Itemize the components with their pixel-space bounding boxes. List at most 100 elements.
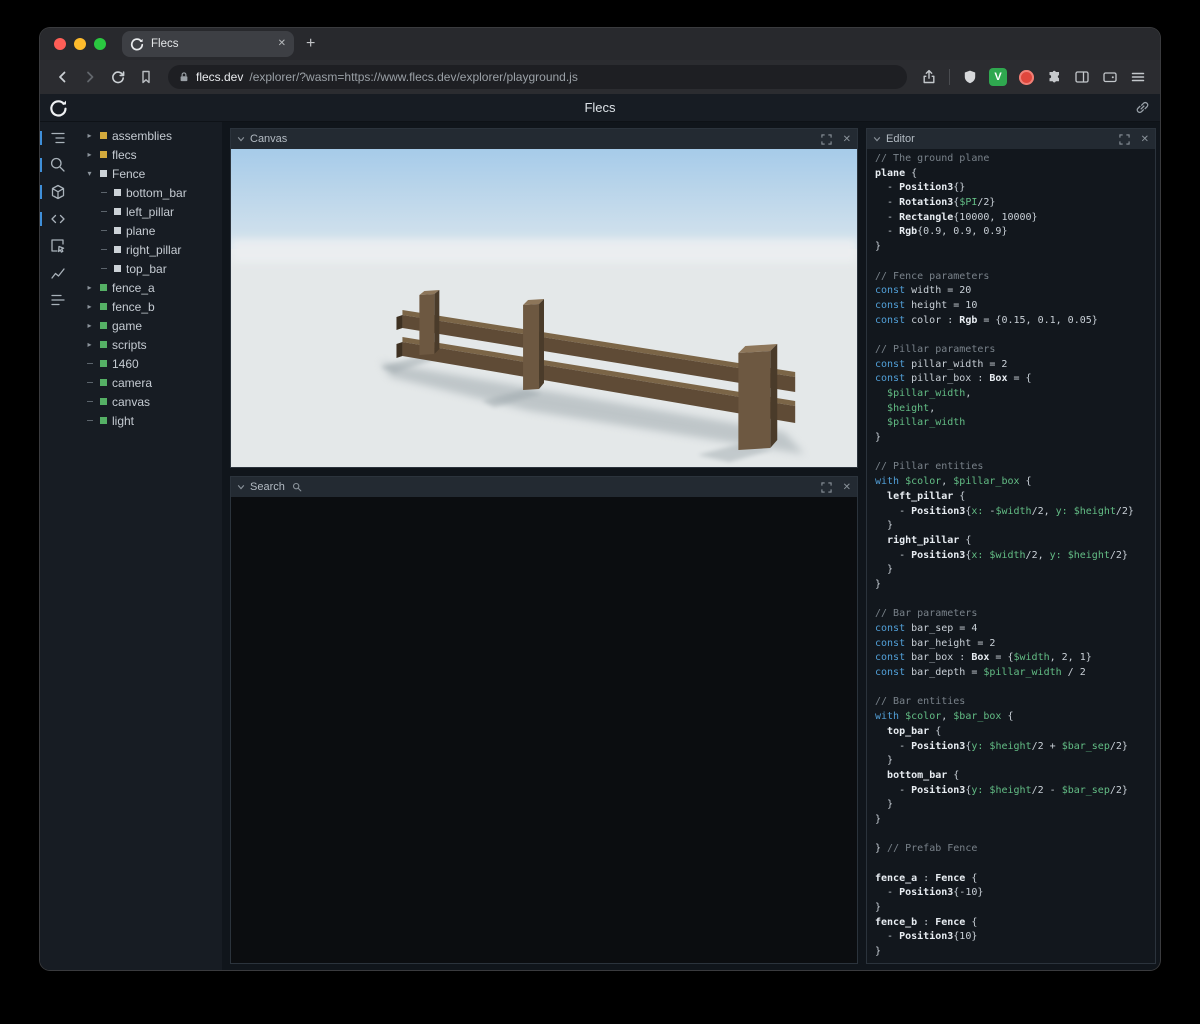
main-area: Canvas ✕ Search ✕ Editor ✕ // The ground… [222,122,1160,970]
tree-item-assemblies[interactable]: ▸ assemblies [76,126,222,145]
minimize-window-button[interactable] [74,38,86,50]
chevron-right-icon[interactable]: ▸ [84,321,95,330]
close-icon[interactable]: ✕ [843,134,851,145]
tree-item-camera[interactable]: camera [76,373,222,392]
entity-color-square [100,322,107,329]
share-icon[interactable] [917,65,941,89]
tree-item-right_pillar[interactable]: right_pillar [76,240,222,259]
code-line: // Pillar parameters [875,343,996,355]
fence-right-pillar [738,344,778,450]
code-line: bottom_bar { [887,769,960,781]
code-line: - Position3{x: $width/2, y: $height/2} [875,549,1128,561]
code-line: // Bar parameters [875,608,978,620]
extensions-puzzle-icon[interactable] [1042,65,1066,89]
menu-icon[interactable] [1126,65,1150,89]
code-line: - Position3{x: -$width/2, y: $height/2} [875,505,1134,517]
chevron-right-icon[interactable]: ▸ [84,150,95,159]
tree-item-flecs[interactable]: ▸ flecs [76,145,222,164]
window-controls [40,38,116,50]
tab-close-icon[interactable]: ✕ [278,39,286,49]
chevron-down-icon[interactable]: ▾ [84,169,95,178]
code-line: const width = 20 [875,285,972,297]
tree-item-label: flecs [112,147,137,162]
chevron-right-icon[interactable]: ▸ [84,283,95,292]
zoom-window-button[interactable] [94,38,106,50]
tree-item-light[interactable]: light [76,411,222,430]
tree-item-fence_b[interactable]: ▸ fence_b [76,297,222,316]
browser-tab[interactable]: Flecs ✕ [122,31,294,57]
code-line: plane { [875,167,918,179]
entity-color-square [100,132,107,139]
chevron-right-icon[interactable]: ▸ [84,340,95,349]
code-line: // Pillar entities [875,461,984,473]
code-line: const color : Rgb = {0.15, 0.1, 0.05} [875,314,1098,326]
v-extension-badge: V [989,68,1007,86]
tree-item-label: assemblies [112,128,173,143]
flecs-logo-icon[interactable] [48,98,68,118]
tree-connector [84,420,95,421]
code-line: const bar_sep = 4 [875,623,978,634]
collapse-chevron-icon[interactable] [237,483,245,491]
3d-scene[interactable] [231,149,857,467]
code-line: } [875,755,894,767]
search-panel-title: Search [250,481,285,493]
tree-item-label: top_bar [126,261,167,276]
expand-icon[interactable] [1118,133,1130,145]
chart-icon[interactable] [40,265,76,281]
reload-icon[interactable] [106,65,130,89]
code-icon[interactable] [40,211,76,227]
code-line: } // Prefab Fence [875,843,978,855]
wallet-icon[interactable] [1098,65,1122,89]
tree-item-1460[interactable]: 1460 [76,354,222,373]
tree-item-game[interactable]: ▸ game [76,316,222,335]
brave-shield-icon[interactable] [958,65,982,89]
tree-item-fence_a[interactable]: ▸ fence_a [76,278,222,297]
collapse-chevron-icon[interactable] [237,135,245,143]
code-line: } [875,432,882,444]
forward-icon[interactable] [78,65,102,89]
tab-bar: Flecs ✕ + [40,28,1160,60]
bookmark-icon[interactable] [134,65,158,89]
cube-icon[interactable] [40,184,76,200]
collapse-chevron-icon[interactable] [873,135,881,143]
close-window-button[interactable] [54,38,66,50]
url-bar[interactable]: flecs.dev/explorer/?wasm=https://www.fle… [168,65,907,89]
inspect-icon[interactable] [40,238,76,254]
tree-item-plane[interactable]: plane [76,221,222,240]
link-icon[interactable] [1135,100,1150,115]
code-line: $pillar_width, [887,388,972,399]
expand-icon[interactable] [820,133,832,145]
chevron-right-icon[interactable]: ▸ [84,131,95,140]
chevron-right-icon[interactable]: ▸ [84,302,95,311]
tree-item-scripts[interactable]: ▸ scripts [76,335,222,354]
red-extension-icon[interactable] [1014,65,1038,89]
back-icon[interactable] [50,65,74,89]
close-icon[interactable]: ✕ [1141,134,1149,145]
tree-item-Fence[interactable]: ▾ Fence [76,164,222,183]
canvas-panel-title: Canvas [250,133,288,145]
v-extension-icon[interactable]: V [986,65,1010,89]
close-icon[interactable]: ✕ [843,482,851,493]
sidebar-panel-icon[interactable] [1070,65,1094,89]
code-line: fence_a : Fence { [875,872,978,884]
tree-item-canvas[interactable]: canvas [76,392,222,411]
tree-item-label: fence_a [112,280,155,295]
tree-connector [84,382,95,383]
app-header: Flecs [40,94,1160,122]
tree-item-bottom_bar[interactable]: bottom_bar [76,183,222,202]
editor-code[interactable]: // The ground plane plane { - Position3{}… [867,149,1155,963]
new-tab-button[interactable]: + [306,35,315,53]
search-icon[interactable] [40,157,76,173]
code-line: const pillar_width = 2 [875,358,1008,370]
code-line: // Bar entities [875,696,966,708]
outline-icon[interactable] [40,130,76,146]
tree-connector [98,211,109,212]
stats-icon[interactable] [40,292,76,308]
tree-item-label: plane [126,223,156,238]
tree-item-top_bar[interactable]: top_bar [76,259,222,278]
expand-icon[interactable] [820,481,832,493]
tree-item-left_pillar[interactable]: left_pillar [76,202,222,221]
tree-item-label: canvas [112,394,151,409]
